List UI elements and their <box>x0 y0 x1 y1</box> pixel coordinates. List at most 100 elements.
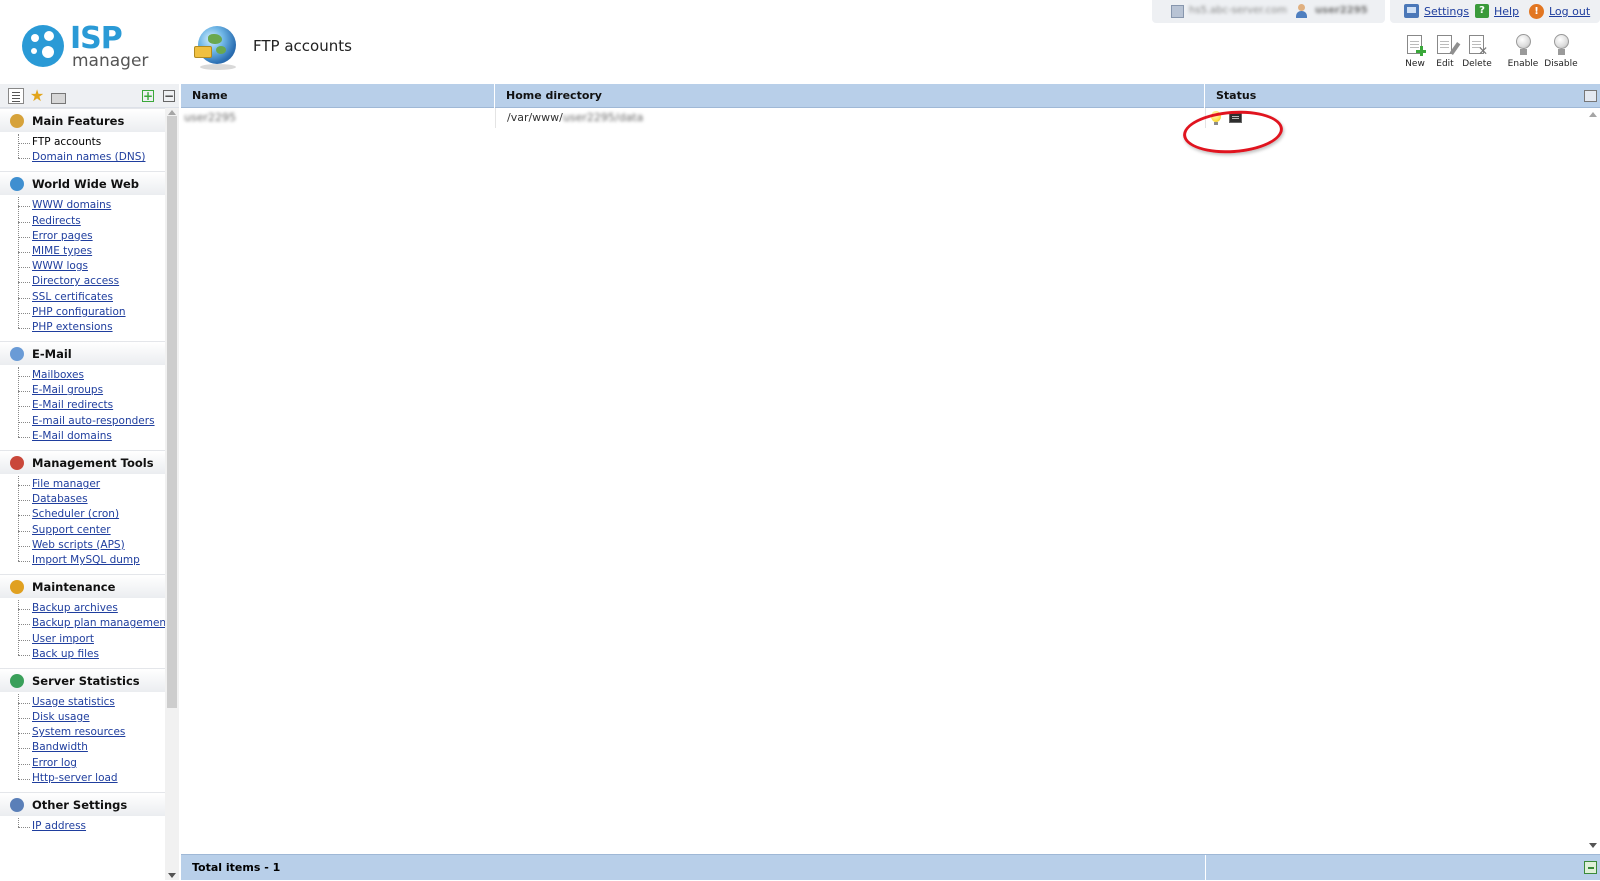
logout-link[interactable]: Log out <box>1549 5 1590 18</box>
export-icon[interactable] <box>1584 861 1597 874</box>
scroll-up-arrow-icon[interactable] <box>168 110 176 115</box>
help-link[interactable]: Help <box>1494 5 1519 18</box>
sidebar-item[interactable]: E-Mail redirects <box>0 398 165 413</box>
disable-button-label: Disable <box>1544 59 1578 69</box>
table-row[interactable]: user2295 /var/www/user2295/data <box>181 108 1586 128</box>
sidebar-item[interactable]: PHP configuration <box>0 305 165 320</box>
nav-group-title: E-Mail <box>32 347 72 362</box>
disable-button[interactable]: Disable <box>1543 34 1579 69</box>
nav-group-header[interactable]: Main Features <box>0 108 165 132</box>
expand-all-icon[interactable]: + <box>142 90 154 102</box>
row-name: user2295 <box>184 111 236 124</box>
settings-link-wrap: Settings <box>1404 4 1469 18</box>
sidebar-item[interactable]: MIME types <box>0 244 165 259</box>
favorites-star-icon[interactable]: ★ <box>29 88 45 104</box>
settings-link[interactable]: Settings <box>1424 5 1469 18</box>
collapse-all-icon[interactable]: − <box>163 90 175 102</box>
nav-group-title: Server Statistics <box>32 673 140 688</box>
sidebar-item-label: Disk usage <box>32 711 90 724</box>
logo-mark-icon <box>22 25 64 67</box>
sidebar-item-label: Redirects <box>32 214 81 227</box>
grid-scrollbar[interactable] <box>1586 108 1600 854</box>
sidebar-item[interactable]: Bandwidth <box>0 740 165 755</box>
sidebar-item-label: PHP configuration <box>32 305 126 318</box>
sidebar-item[interactable]: WWW domains <box>0 198 165 213</box>
sidebar-item[interactable]: E-mail auto-responders <box>0 414 165 429</box>
sidebar-item[interactable]: Error log <box>0 756 165 771</box>
sidebar-item[interactable]: Disk usage <box>0 710 165 725</box>
nav-group-header[interactable]: Maintenance <box>0 574 165 599</box>
column-header-status[interactable]: Status <box>1205 84 1585 108</box>
delete-button[interactable]: ✕ Delete <box>1459 34 1495 69</box>
column-settings-icon[interactable] <box>1584 90 1597 102</box>
sidebar-item[interactable]: Databases <box>0 492 165 507</box>
tray-icon[interactable] <box>50 88 66 104</box>
sidebar-item-label: Mailboxes <box>32 369 84 382</box>
grid-scroll-down-icon[interactable] <box>1589 843 1597 848</box>
nav-group-header[interactable]: Server Statistics <box>0 667 165 692</box>
grid-header: Name Home directory Status <box>181 84 1600 108</box>
sidebar-item[interactable]: IP address <box>0 819 165 834</box>
globe-icon <box>10 177 24 192</box>
sidebar-item-label: Error log <box>32 756 77 769</box>
sidebar-item-label: SSL certificates <box>32 290 113 303</box>
sidebar-item[interactable]: User import <box>0 632 165 647</box>
scrollbar-thumb[interactable] <box>167 116 177 708</box>
column-header-home-directory[interactable]: Home directory <box>495 84 1205 108</box>
sidebar-item-label: System resources <box>32 726 126 739</box>
sidebar-scrollbar[interactable] <box>165 108 179 880</box>
sidebar-item[interactable]: SSL certificates <box>0 290 165 305</box>
statistics-icon <box>10 673 24 688</box>
sidebar-item[interactable]: Error pages <box>0 229 165 244</box>
sidebar-item-label: Back up files <box>32 647 99 660</box>
sidebar-item[interactable]: Import MySQL dump <box>0 553 165 568</box>
server-icon <box>1171 5 1184 18</box>
nav-group-header[interactable]: World Wide Web <box>0 171 165 196</box>
sidebar-nav: Main Features FTP accounts Domain names (D… <box>0 108 170 840</box>
sidebar-item[interactable]: PHP extensions <box>0 320 165 335</box>
edit-button[interactable]: Edit <box>1427 34 1463 69</box>
settings-icon <box>1404 4 1419 18</box>
column-header-name[interactable]: Name <box>181 84 495 108</box>
tree-view-icon[interactable] <box>8 88 24 104</box>
nav-group: Server Statistics Usage statistics Disk us… <box>0 667 165 792</box>
sidebar-item-label: Backup archives <box>32 602 118 615</box>
sidebar-item[interactable]: Support center <box>0 523 165 538</box>
sidebar-item[interactable]: FTP accounts <box>0 135 165 150</box>
edit-button-label: Edit <box>1436 59 1454 69</box>
nav-group: Maintenance Backup archives Backup plan ma… <box>0 574 170 668</box>
sidebar-item[interactable]: Http-server load <box>0 771 165 786</box>
grid-footer: Total items - 1 <box>181 854 1600 881</box>
nav-group-header[interactable]: Management Tools <box>0 450 165 474</box>
ispmanager-logo[interactable]: ISP manager <box>22 21 152 71</box>
sidebar-item-label: Error pages <box>32 229 93 242</box>
sidebar-item[interactable]: Backup plan management <box>0 616 170 631</box>
sidebar-item[interactable]: Web scripts (APS) <box>0 538 165 553</box>
sidebar-item-label: E-Mail domains <box>32 429 112 442</box>
grid-scroll-up-icon[interactable] <box>1589 112 1597 117</box>
sidebar-item[interactable]: E-Mail groups <box>0 383 165 398</box>
sidebar-item[interactable]: Backup archives <box>0 601 165 616</box>
enable-button[interactable]: Enable <box>1505 34 1541 69</box>
sidebar-item[interactable]: Back up files <box>0 647 165 662</box>
enable-bulb-icon <box>1512 34 1534 56</box>
sidebar-item[interactable]: WWW logs <box>0 259 165 274</box>
scroll-down-arrow-icon[interactable] <box>168 873 176 878</box>
sidebar-item-label: E-Mail groups <box>32 384 104 397</box>
sidebar-item[interactable]: Usage statistics <box>0 695 165 710</box>
sidebar-item-label: WWW domains <box>32 199 112 212</box>
sidebar-item[interactable]: Domain names (DNS) <box>0 150 165 165</box>
user-name: user2295 <box>1315 5 1368 16</box>
nav-group-header[interactable]: Other Settings <box>0 792 165 816</box>
sidebar-item[interactable]: File manager <box>0 477 165 492</box>
new-document-icon <box>1404 34 1426 56</box>
sidebar-item[interactable]: System resources <box>0 725 165 740</box>
sidebar-item[interactable]: Scheduler (cron) <box>0 507 165 522</box>
grid-body: user2295 /var/www/user2295/data <box>181 107 1586 854</box>
sidebar-item[interactable]: Redirects <box>0 214 165 229</box>
sidebar-item[interactable]: Mailboxes <box>0 368 165 383</box>
sidebar-item[interactable]: E-Mail domains <box>0 429 165 444</box>
sidebar-item[interactable]: Directory access <box>0 274 165 289</box>
nav-group-header[interactable]: E-Mail <box>0 341 165 366</box>
sidebar-item-label: E-mail auto-responders <box>32 414 155 427</box>
